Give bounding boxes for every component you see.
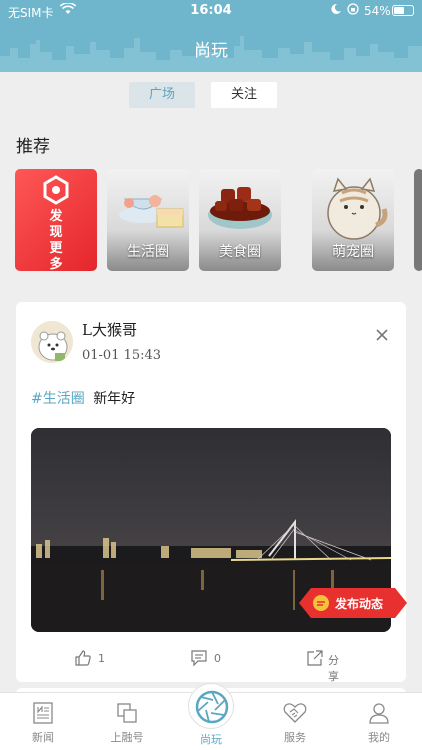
tab-square[interactable]: 广场 [129, 82, 195, 108]
tab-shangwan-label: 尚玩 [200, 733, 222, 746]
publish-label: 发布动态 [335, 597, 384, 611]
feed-tabs: 广场 关注 [0, 82, 422, 108]
tab-mine-label: 我的 [368, 731, 390, 744]
avatar[interactable] [31, 321, 73, 363]
bear-avatar-image [31, 321, 73, 363]
tab-follow[interactable]: 关注 [211, 82, 277, 108]
handshake-icon [283, 703, 307, 723]
tab-service-label: 服务 [284, 731, 306, 744]
circle-card-food[interactable]: 美食圈 [199, 169, 281, 271]
tab-shangrong[interactable]: 上融号 [97, 701, 157, 745]
tab-news-label: 新闻 [32, 731, 54, 744]
discover-more-card[interactable]: 发现更多 [15, 169, 97, 271]
page-title: 尚玩 [194, 41, 228, 61]
post-actions: 1 0 分享 [16, 648, 406, 683]
post-content: 新年好 [93, 391, 136, 407]
post-time: 01-01 15:43 [82, 348, 162, 363]
battery-percent: 54% [364, 4, 391, 18]
food-circle-image [208, 187, 272, 229]
post-card[interactable]: L大猴哥 01-01 15:43 #生活圈 新年好 1 0 分享 [16, 302, 406, 683]
tab-shangrong-label: 上融号 [110, 731, 144, 744]
circle-card-peek[interactable] [414, 169, 422, 271]
moon-icon [331, 3, 341, 14]
post-username[interactable]: L大猴哥 [82, 319, 137, 340]
circle-label-food: 美食圈 [219, 244, 261, 260]
circle-card-life[interactable]: 生活圈 [107, 169, 189, 271]
tab-center-circle [188, 683, 234, 729]
circle-label-pet: 萌宠圈 [332, 244, 374, 260]
tab-news[interactable]: 新闻 [13, 701, 73, 745]
tab-service[interactable]: 服务 [265, 701, 325, 745]
tab-shangwan[interactable]: 尚玩 [186, 683, 236, 747]
comment-count: 0 [214, 652, 221, 665]
aperture-icon [195, 690, 229, 724]
overlap-squares-icon [117, 703, 137, 723]
close-icon[interactable] [373, 326, 391, 344]
header-bar: 无SIM卡 16:04 54% 尚玩 [0, 0, 422, 72]
thumbs-up-icon [75, 650, 91, 666]
hexagon-icon [43, 175, 69, 205]
share-icon [307, 650, 323, 666]
bottom-tab-bar: 新闻 上融号 尚玩 服务 我的 [0, 683, 422, 750]
tab-mine[interactable]: 我的 [349, 701, 409, 745]
circle-cards-row: 发现更多 生活圈 美食圈 萌宠圈 [15, 169, 422, 271]
comment-icon [191, 650, 207, 667]
user-icon [369, 703, 389, 724]
like-count: 1 [98, 652, 105, 665]
rotation-lock-icon [347, 3, 359, 15]
discover-more-label: 发现更多 [49, 209, 63, 271]
life-circle-image [119, 195, 184, 228]
circle-card-pet[interactable]: 萌宠圈 [312, 169, 394, 271]
recommend-section-title: 推荐 [16, 137, 50, 157]
news-icon [33, 702, 53, 724]
status-bar: 无SIM卡 16:04 54% [0, 0, 422, 22]
battery-icon [392, 5, 414, 16]
post-text: #生活圈 新年好 [31, 388, 135, 408]
publish-post-button[interactable]: 发布动态 [299, 588, 407, 618]
post-tag-link[interactable]: #生活圈 [31, 391, 85, 407]
circle-label-life: 生活圈 [127, 244, 169, 260]
share-label: 分享 [328, 654, 339, 683]
pet-circle-image [327, 177, 388, 240]
